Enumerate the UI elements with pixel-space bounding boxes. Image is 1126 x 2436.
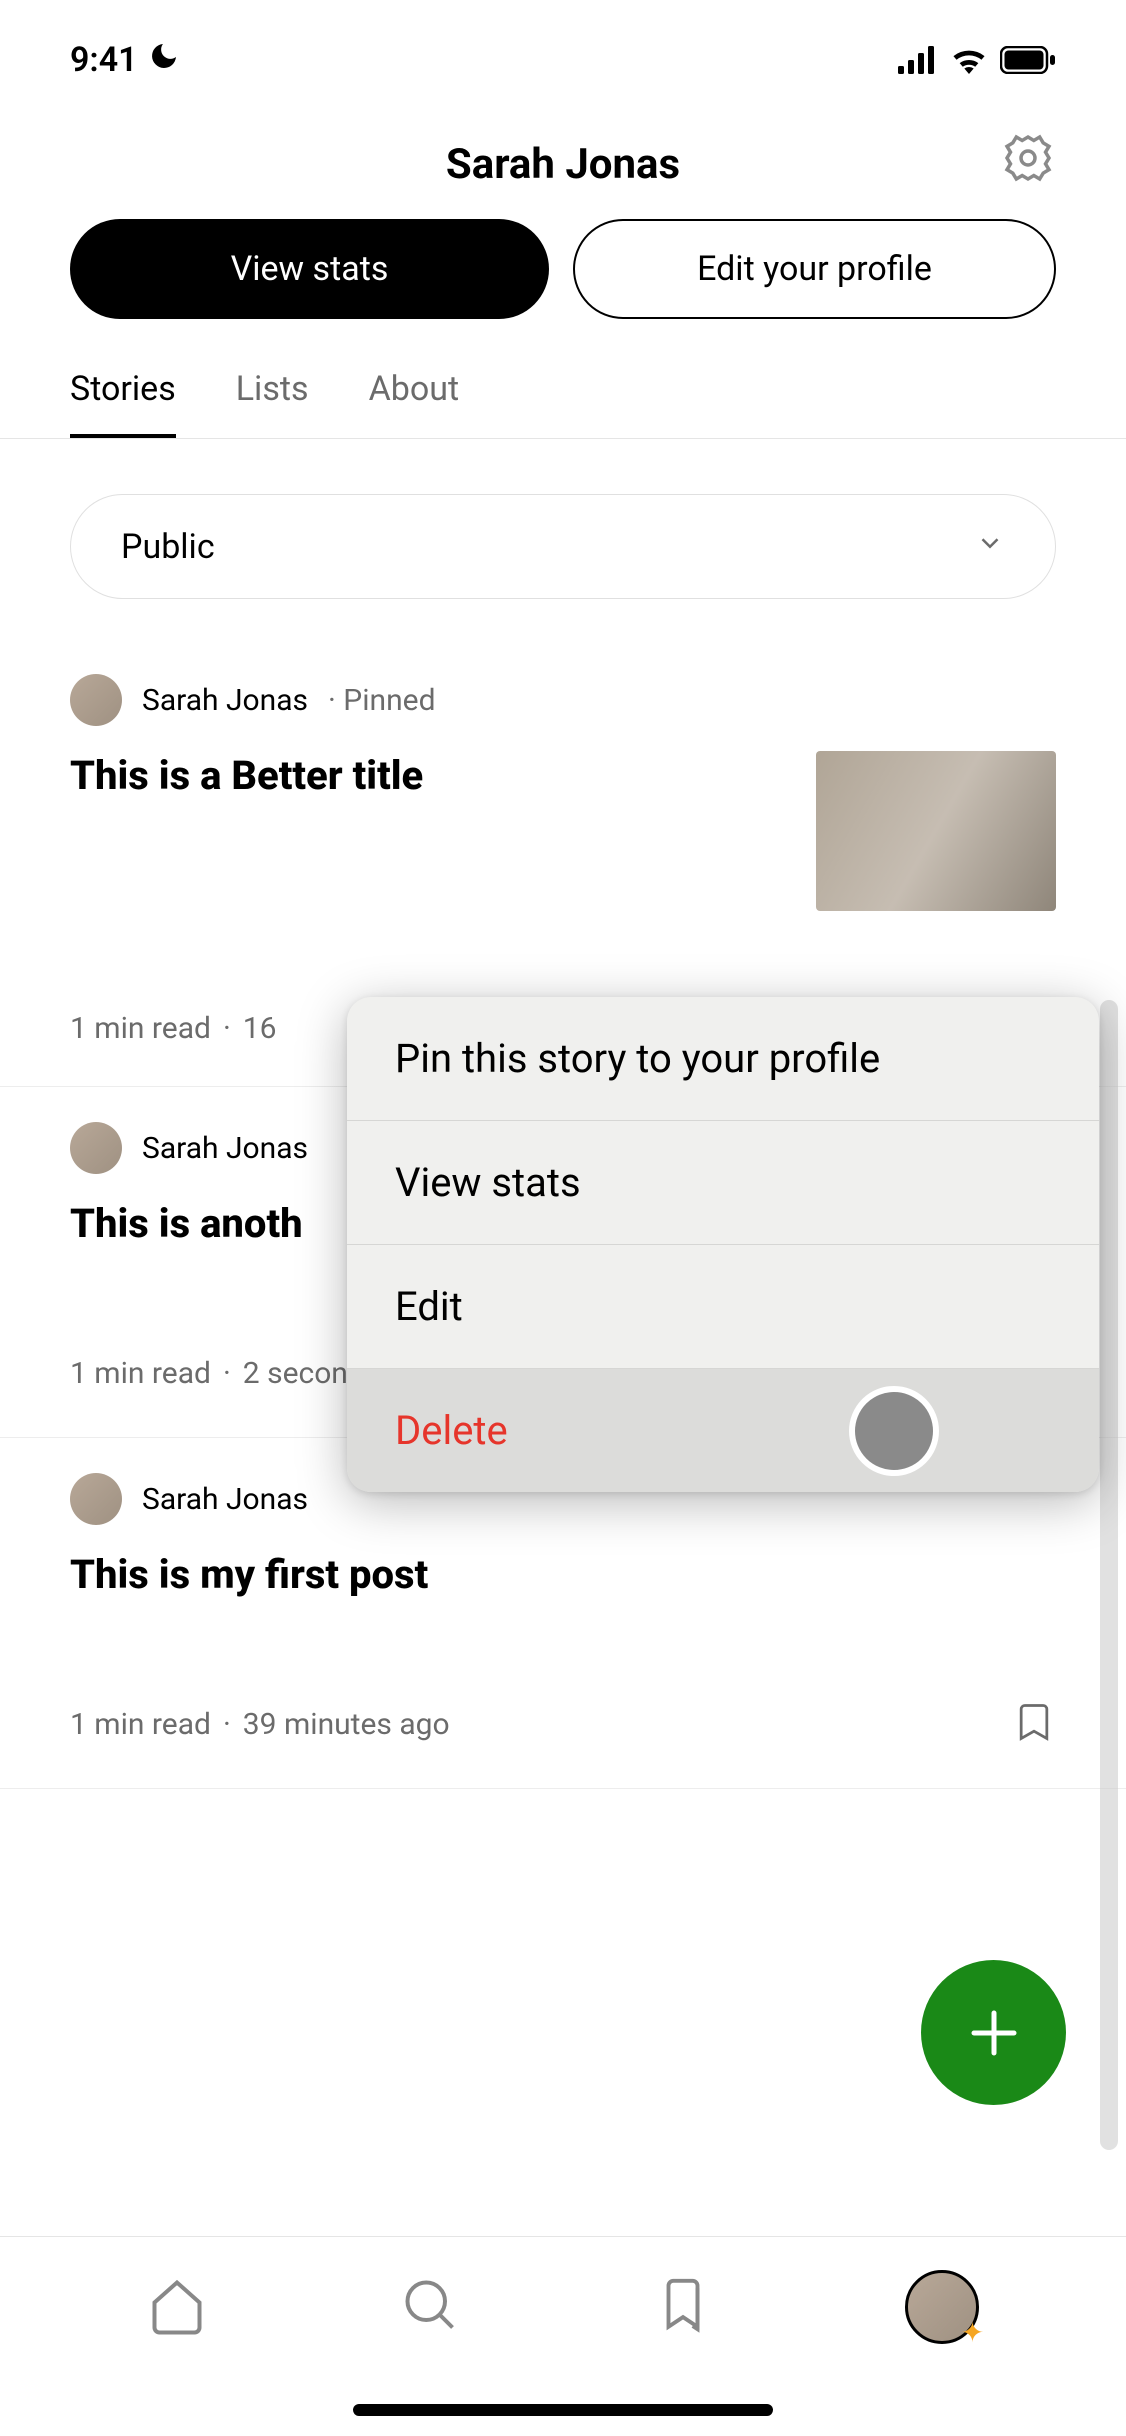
read-time: 1 min read (70, 1356, 211, 1391)
settings-icon[interactable] (1000, 130, 1056, 190)
tab-about[interactable]: About (369, 369, 460, 438)
profile-header: Sarah Jonas (0, 100, 1126, 219)
scroll-indicator (1100, 1000, 1118, 2150)
bottom-nav: ✦ (0, 2236, 1126, 2436)
filter-label: Public (121, 527, 215, 567)
filter-wrap: Public (0, 439, 1126, 639)
menu-pin-story[interactable]: Pin this story to your profile (347, 997, 1099, 1121)
author-name: Sarah Jonas (142, 1482, 308, 1517)
sparkle-icon: ✦ (961, 2316, 984, 2349)
tab-stories[interactable]: Stories (70, 369, 176, 438)
action-buttons-row: View stats Edit your profile (0, 219, 1126, 369)
pinned-badge: · Pinned (328, 683, 435, 718)
nav-home[interactable] (147, 2275, 207, 2339)
avatar (70, 1473, 122, 1525)
avatar: ✦ (905, 2270, 979, 2344)
touch-indicator (849, 1386, 939, 1476)
status-time: 9:41 (70, 40, 138, 80)
read-time: 1 min read (70, 1707, 211, 1742)
visibility-filter[interactable]: Public (70, 494, 1056, 599)
nav-bookmarks[interactable] (654, 2276, 712, 2338)
story-context-menu: Pin this story to your profile View stat… (347, 997, 1099, 1492)
nav-search[interactable] (400, 2275, 460, 2339)
wifi-icon (950, 46, 988, 74)
author-name: Sarah Jonas (142, 1131, 308, 1166)
status-bar: 9:41 (0, 0, 1126, 100)
story-title: This is my first post (70, 1550, 1056, 1600)
view-stats-button[interactable]: View stats (70, 219, 549, 319)
author-name: Sarah Jonas (142, 683, 308, 718)
menu-delete[interactable]: Delete (347, 1369, 1099, 1492)
chevron-down-icon (975, 527, 1005, 567)
edit-profile-button[interactable]: Edit your profile (573, 219, 1056, 319)
page-title: Sarah Jonas (446, 140, 680, 189)
menu-edit[interactable]: Edit (347, 1245, 1099, 1369)
story-title: This is a Better title (70, 751, 786, 801)
moon-icon (148, 40, 180, 80)
read-time: 1 min read (70, 1011, 211, 1046)
avatar (70, 1122, 122, 1174)
story-thumbnail (816, 751, 1056, 911)
cellular-signal-icon (898, 46, 938, 74)
nav-profile[interactable]: ✦ (905, 2270, 979, 2344)
story-date: 39 minutes ago (243, 1707, 450, 1742)
menu-view-stats[interactable]: View stats (347, 1121, 1099, 1245)
avatar (70, 674, 122, 726)
story-date: 16 (243, 1011, 277, 1046)
bookmark-add-icon[interactable] (1012, 1700, 1056, 1748)
tab-lists[interactable]: Lists (236, 369, 309, 438)
profile-tabs: Stories Lists About (0, 369, 1126, 439)
home-indicator (353, 2404, 773, 2416)
battery-icon (1000, 46, 1056, 74)
new-post-button[interactable] (921, 1960, 1066, 2105)
